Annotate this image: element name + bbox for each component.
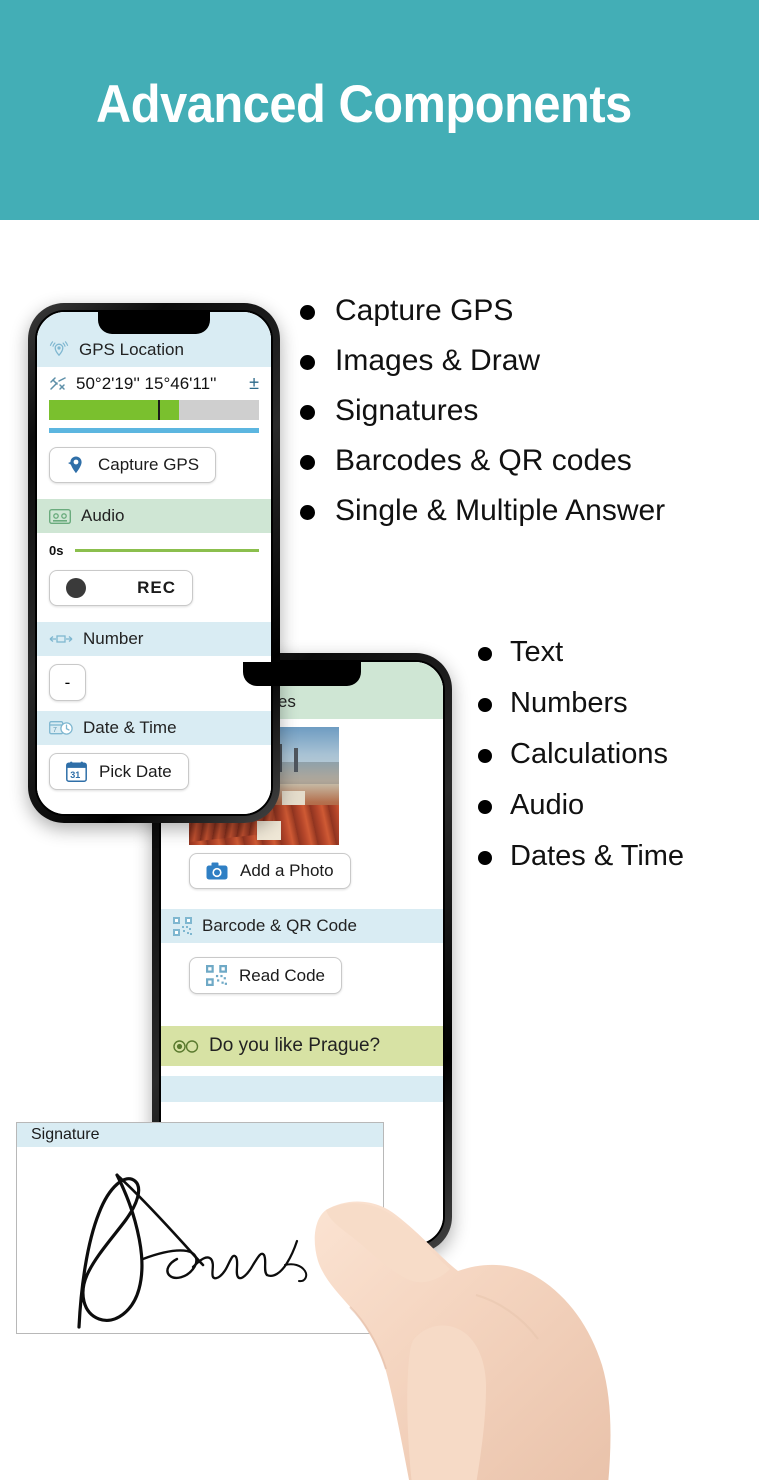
pick-date-row: 31 Pick Date bbox=[37, 745, 271, 798]
phone-screen-frame: GPS Location 50°2'19'' 15°46'11'' ± Capt… bbox=[35, 310, 273, 816]
list-item: Numbers bbox=[478, 687, 684, 720]
gps-coordinates-value: 50°2'19'' 15°46'11'' bbox=[76, 373, 217, 393]
calendar-31-icon: 31 bbox=[66, 761, 87, 782]
record-button[interactable]: REC bbox=[49, 570, 193, 606]
record-label: REC bbox=[137, 578, 176, 597]
list-item-label: Numbers bbox=[510, 687, 628, 719]
form-screen-gps: GPS Location 50°2'19'' 15°46'11'' ± Capt… bbox=[37, 312, 271, 814]
record-dot-icon bbox=[66, 578, 86, 598]
signature-header: Signature bbox=[17, 1123, 383, 1147]
bullet-dot-icon bbox=[300, 455, 315, 470]
number-input[interactable]: - bbox=[49, 664, 86, 701]
pick-date-label: Pick Date bbox=[99, 761, 172, 781]
section-header-number: Number bbox=[37, 622, 271, 656]
number-value: - bbox=[64, 672, 71, 692]
list-item: Barcodes & QR codes bbox=[300, 444, 665, 478]
calendar-clock-icon: 7 bbox=[49, 720, 73, 736]
audio-duration: 0s bbox=[49, 543, 64, 558]
satellite-icon bbox=[49, 376, 67, 392]
list-item: Dates & Time bbox=[478, 840, 684, 873]
section-label-barcode: Barcode & QR Code bbox=[202, 916, 357, 935]
list-item-label: Text bbox=[510, 636, 564, 668]
qr-code-icon bbox=[173, 916, 192, 936]
list-item: Signatures bbox=[300, 394, 665, 428]
gps-signal-icon bbox=[49, 341, 69, 359]
bullet-dot-icon bbox=[478, 647, 492, 661]
list-item-label: Signatures bbox=[335, 394, 479, 427]
signature-label: Signature bbox=[31, 1126, 100, 1143]
promo-screenshot: Advanced Components Capture GPS Images &… bbox=[0, 0, 759, 1480]
list-item: Calculations bbox=[478, 738, 684, 771]
bullet-dot-icon bbox=[300, 305, 315, 320]
list-item-label: Single & Multiple Answer bbox=[335, 494, 666, 527]
bullet-dot-icon bbox=[300, 505, 315, 520]
list-item-label: Audio bbox=[510, 789, 585, 821]
section-label-question: Do you like Prague? bbox=[209, 1035, 381, 1056]
svg-text:31: 31 bbox=[70, 770, 80, 780]
number-field-row: - bbox=[37, 656, 271, 711]
list-item-label: Dates & Time bbox=[510, 840, 685, 872]
list-item: Audio bbox=[478, 789, 684, 822]
bullet-dot-icon bbox=[300, 355, 315, 370]
gps-coordinates-row: 50°2'19'' 15°46'11'' ± bbox=[37, 367, 271, 398]
list-item: Capture GPS bbox=[300, 294, 665, 328]
qr-code-icon bbox=[206, 965, 227, 986]
hand-pointing-illustration bbox=[290, 1175, 620, 1480]
section-header-audio: Audio bbox=[37, 499, 271, 533]
record-row: REC bbox=[37, 564, 271, 622]
list-item: Single & Multiple Answer bbox=[300, 494, 665, 528]
radio-buttons-icon bbox=[173, 1039, 199, 1053]
capture-gps-label: Capture GPS bbox=[98, 455, 200, 474]
capture-gps-button[interactable]: Capture GPS bbox=[49, 447, 217, 483]
section-header-barcode: Barcode & QR Code bbox=[161, 909, 443, 943]
read-code-button[interactable]: Read Code bbox=[189, 957, 343, 994]
read-code-label: Read Code bbox=[239, 965, 326, 985]
page-title: Advanced Components bbox=[96, 75, 632, 134]
page-header: Advanced Components bbox=[0, 0, 759, 220]
list-item: Text bbox=[478, 636, 684, 669]
pick-date-button[interactable]: 31 Pick Date bbox=[49, 753, 189, 790]
bullet-dot-icon bbox=[478, 698, 492, 712]
list-item-label: Calculations bbox=[510, 738, 668, 770]
cassette-tape-icon bbox=[48, 508, 72, 524]
section-header-placeholder bbox=[161, 1076, 443, 1102]
section-header-datetime: 7 Date & Time bbox=[37, 711, 271, 745]
add-photo-button[interactable]: Add a Photo bbox=[189, 853, 351, 889]
bullet-dot-icon bbox=[478, 800, 492, 814]
gps-accuracy-progress bbox=[49, 400, 259, 420]
list-item-label: Barcodes & QR codes bbox=[335, 444, 632, 477]
section-label-gps: GPS Location bbox=[79, 340, 184, 359]
phone-notch bbox=[243, 662, 361, 686]
add-photo-label: Add a Photo bbox=[240, 861, 334, 880]
svg-text:7: 7 bbox=[53, 727, 57, 734]
add-photo-row: Add a Photo bbox=[161, 845, 443, 897]
list-item-label: Images & Draw bbox=[335, 344, 541, 377]
feature-list-primary: Capture GPS Images & Draw Signatures Bar… bbox=[300, 294, 665, 544]
progress-tick bbox=[158, 400, 161, 420]
list-item: Images & Draw bbox=[300, 344, 665, 378]
phone-mockup-gps: GPS Location 50°2'19'' 15°46'11'' ± Capt… bbox=[28, 303, 280, 823]
read-code-row: Read Code bbox=[161, 943, 443, 1002]
section-header-question: Do you like Prague? bbox=[161, 1026, 443, 1066]
camera-icon bbox=[206, 862, 228, 880]
audio-timeline: 0s bbox=[37, 533, 271, 564]
capture-gps-row: Capture GPS bbox=[37, 433, 271, 499]
section-label-datetime: Date & Time bbox=[83, 718, 177, 737]
list-item-label: Capture GPS bbox=[335, 294, 514, 327]
bullet-dot-icon bbox=[300, 405, 315, 420]
phone-notch bbox=[98, 312, 210, 334]
section-label-audio: Audio bbox=[81, 506, 125, 525]
width-arrows-icon bbox=[49, 633, 73, 645]
gps-pin-icon bbox=[66, 455, 86, 475]
audio-progress-line[interactable] bbox=[75, 549, 259, 552]
feature-list-secondary: Text Numbers Calculations Audio Dates & … bbox=[478, 636, 684, 891]
bullet-dot-icon bbox=[478, 851, 492, 865]
accuracy-symbol: ± bbox=[249, 373, 259, 393]
section-label-number: Number bbox=[83, 629, 144, 648]
bullet-dot-icon bbox=[478, 749, 492, 763]
